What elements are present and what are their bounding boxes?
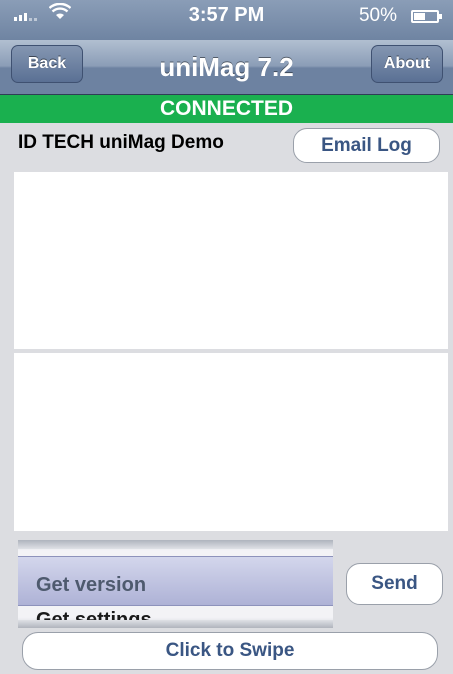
email-log-button[interactable]: Email Log (293, 128, 440, 163)
demo-label: ID TECH uniMag Demo (18, 132, 224, 153)
picker-bottom-edge (18, 620, 333, 628)
about-button[interactable]: About (371, 45, 443, 83)
picker-option-get-version[interactable]: Get version (36, 574, 146, 597)
send-button[interactable]: Send (346, 563, 443, 605)
battery-percent: 50% (358, 5, 397, 26)
connection-status-banner: CONNECTED (0, 95, 453, 123)
swipe-button[interactable]: Click to Swipe (22, 632, 438, 670)
battery-icon (411, 10, 442, 23)
status-bar: 3:57 PM 50% (0, 0, 453, 40)
output-panel-top[interactable] (14, 172, 448, 349)
command-picker[interactable]: Get version Get settings (18, 540, 333, 628)
picker-top-edge (18, 540, 333, 549)
output-panel-bottom[interactable] (14, 353, 448, 531)
navigation-bar: Back uniMag 7.2 About (0, 40, 453, 95)
